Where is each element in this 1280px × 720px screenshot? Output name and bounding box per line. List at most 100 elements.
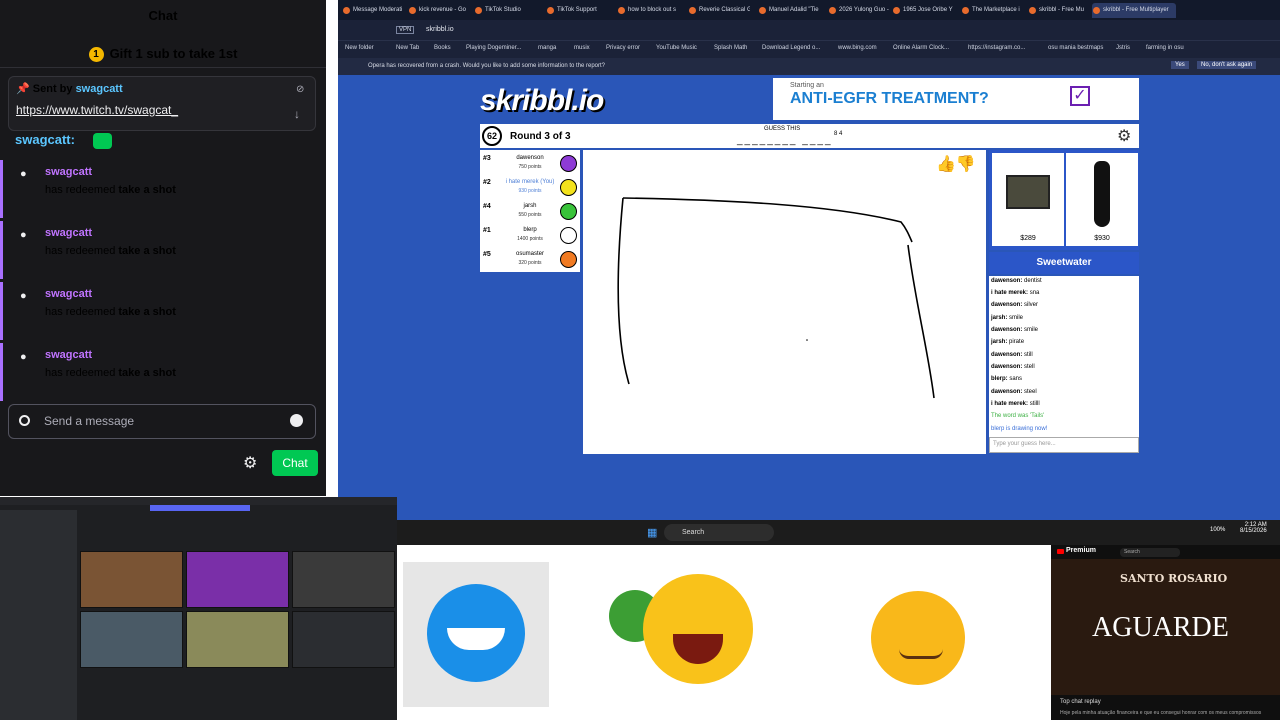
- product-card[interactable]: $289: [992, 153, 1064, 246]
- gift-sub-banner[interactable]: 1 Gift 1 sub to take 1st: [0, 40, 326, 68]
- player-row[interactable]: #3 dawenson 750 points: [480, 152, 580, 176]
- tab[interactable]: kick revenue - Go: [408, 3, 470, 18]
- webcam-tile[interactable]: [292, 551, 395, 608]
- redeem-reward: take a shot: [118, 367, 176, 379]
- tab[interactable]: Manuel Adalid "Tie: [758, 3, 820, 18]
- video-overlay-title: SANTO ROSARIO: [1120, 572, 1228, 585]
- drawing-canvas[interactable]: [583, 150, 986, 454]
- discord-sidebar: [0, 510, 77, 720]
- tab[interactable]: The Marketplace i: [961, 3, 1023, 18]
- redeem-verb: has redeemed: [45, 367, 116, 379]
- tab[interactable]: skribbl - Free Mu: [1028, 3, 1090, 18]
- player-name: osumaster: [515, 251, 544, 257]
- redeem-user[interactable]: swagcatt: [45, 166, 92, 178]
- discord-notice-banner[interactable]: [150, 505, 250, 511]
- laughing-blue-emoji: [403, 562, 549, 707]
- webcam-tile[interactable]: [80, 551, 183, 608]
- redeem-reward: take a shot: [118, 245, 176, 257]
- player-avatar: [560, 179, 577, 196]
- windows-taskbar: [338, 520, 1280, 545]
- bookmark[interactable]: farming in osu: [1146, 45, 1184, 51]
- youtube-brand[interactable]: Premium: [1066, 547, 1096, 554]
- chat-username[interactable]: swagcatt:: [15, 132, 75, 147]
- tab[interactable]: how to block out s: [617, 3, 679, 18]
- battery-indicator[interactable]: 100%: [1210, 527, 1225, 533]
- chat-message: dawenson: silver: [991, 302, 1038, 308]
- bookmark[interactable]: osu mania bestmaps: [1048, 45, 1103, 51]
- message-user: dawenson:: [991, 302, 1023, 308]
- product-card[interactable]: $930: [1066, 153, 1138, 246]
- expand-arrow-icon[interactable]: ↓: [294, 107, 300, 121]
- bookmark[interactable]: Privacy error: [606, 45, 640, 51]
- message-text: dentist: [1024, 278, 1042, 284]
- redeem-user[interactable]: swagcatt: [45, 349, 92, 361]
- pinned-link[interactable]: https://www.twitch.tv/swagcat_: [16, 103, 178, 117]
- bookmark[interactable]: Splash Math: [714, 45, 747, 51]
- address-bar[interactable]: [338, 20, 1280, 40]
- player-rank: #2: [483, 179, 491, 186]
- chat-replay-label[interactable]: Top chat replay: [1060, 699, 1101, 705]
- thumbs-up-icon[interactable]: 👍: [936, 156, 956, 173]
- webcam-tile[interactable]: [80, 611, 183, 668]
- bookmark[interactable]: New folder: [345, 45, 374, 51]
- player-row[interactable]: #2 i hate merek (You) 930 points: [480, 176, 580, 200]
- tab[interactable]: TikTok Support: [546, 3, 608, 18]
- message-text: steel: [1024, 389, 1037, 395]
- message-user: dawenson:: [991, 364, 1023, 370]
- system-message: The word was 'Tails': [991, 413, 1045, 419]
- tab[interactable]: Message Moderati: [342, 3, 404, 18]
- redeem-user[interactable]: swagcatt: [45, 288, 92, 300]
- activity-tile[interactable]: [292, 611, 395, 668]
- crash-yes-button[interactable]: Yes: [1171, 61, 1189, 69]
- player-name: i hate merek (You): [505, 179, 555, 185]
- url-text[interactable]: skribbl.io: [426, 26, 454, 33]
- product-price: $930: [1094, 235, 1110, 242]
- bookmark[interactable]: Jstris: [1116, 45, 1130, 51]
- gear-icon[interactable]: ⚙: [243, 453, 257, 473]
- player-row[interactable]: #1 blerp 1400 points: [480, 224, 580, 248]
- webcam-tile[interactable]: [186, 611, 289, 668]
- tab[interactable]: Reverie Classical G: [688, 3, 750, 18]
- crash-no-button[interactable]: No, don't ask again: [1197, 61, 1257, 69]
- pinned-user[interactable]: swagcatt: [76, 83, 123, 95]
- taskbar-search[interactable]: Search: [664, 524, 774, 541]
- player-avatar: [560, 203, 577, 220]
- chat-send-button[interactable]: Chat: [272, 450, 318, 476]
- chat-message: dawenson: stell: [991, 364, 1035, 370]
- settings-gear-icon[interactable]: ⚙: [1117, 126, 1131, 146]
- emoji-icon[interactable]: [290, 414, 303, 427]
- bookmark[interactable]: Download Legend o...: [762, 45, 820, 51]
- video-overlay-aguarde: AGUARDE: [1092, 612, 1229, 643]
- bookmark[interactable]: YouTube Music: [656, 45, 697, 51]
- bookmark[interactable]: Playing Dogeminer...: [466, 45, 521, 51]
- player-row[interactable]: #4 jarsh 550 points: [480, 200, 580, 224]
- bookmark[interactable]: Books: [434, 45, 451, 51]
- bookmark[interactable]: https://instagram.co...: [968, 45, 1025, 51]
- youtube-logo-icon[interactable]: [1057, 549, 1064, 554]
- bookmark[interactable]: New Tab: [396, 45, 419, 51]
- chat-message: i hate merek: stilll: [991, 401, 1040, 407]
- bookmark[interactable]: Online Alarm Clock...: [893, 45, 949, 51]
- clock[interactable]: 2:12 AM 8/15/2026: [1240, 522, 1267, 534]
- vpn-badge[interactable]: VPN: [396, 26, 415, 34]
- youtube-search[interactable]: Search: [1120, 548, 1180, 557]
- hide-icon[interactable]: ⊘: [296, 84, 304, 95]
- tab[interactable]: TikTok Studio: [474, 3, 536, 18]
- bookmark[interactable]: manga: [538, 45, 556, 51]
- redeem-verb: has redeemed: [45, 184, 116, 196]
- thumbs-down-icon[interactable]: 👎: [956, 156, 976, 173]
- bookmark[interactable]: musix: [574, 45, 590, 51]
- player-avatar: [560, 227, 577, 244]
- webcam-tile[interactable]: [186, 551, 289, 608]
- tab-active[interactable]: skribbl - Free Multiplayer: [1092, 3, 1176, 18]
- bookmark[interactable]: www.bing.com: [838, 45, 877, 51]
- windows-start-icon[interactable]: ▦: [647, 526, 657, 539]
- shield-icon[interactable]: [19, 415, 30, 426]
- tab[interactable]: 1965 Jose Oribe Y: [892, 3, 954, 18]
- redeem-user[interactable]: swagcatt: [45, 227, 92, 239]
- message-text: sna: [1029, 290, 1040, 296]
- system-message: blerp is drawing now!: [991, 426, 1048, 432]
- player-row[interactable]: #5 osumaster 320 points: [480, 248, 580, 272]
- tab[interactable]: 2026 Yulong Guo -: [828, 3, 890, 18]
- chat-message: dawenson: dentist: [991, 278, 1042, 284]
